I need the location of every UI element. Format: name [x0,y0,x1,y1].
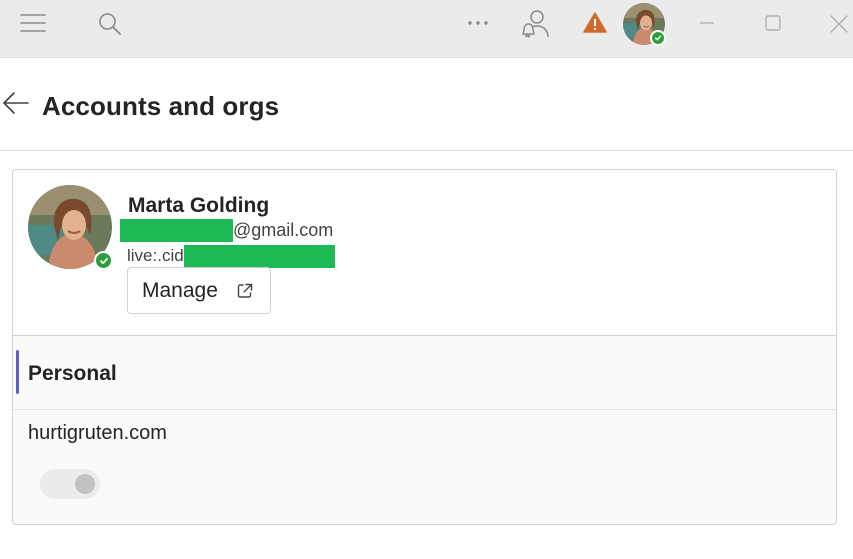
account-card: Marta Golding @gmail.com live:.cid Manag… [12,169,837,525]
cid-prefix: live:.cid [127,246,184,265]
profile-avatar [28,185,113,270]
people-notification-icon[interactable] [520,8,550,40]
email-redaction [120,219,233,242]
skype-id: live:.cid [127,244,335,268]
page-title: Accounts and orgs [42,91,280,121]
manage-account-button[interactable]: Manage [127,267,271,314]
personal-accent-bar [16,350,19,394]
orgs-section: Personal hurtigruten.com [13,336,836,524]
hamburger-menu-icon[interactable] [20,12,46,34]
profile-section: Marta Golding @gmail.com live:.cid Manag… [13,170,836,336]
org-name: hurtigruten.com [28,422,167,444]
personal-header: Personal [13,336,836,410]
page-header: Accounts and orgs [0,59,853,151]
more-options-icon[interactable] [466,12,490,34]
personal-label: Personal [28,362,117,385]
org-toggle[interactable] [40,469,100,499]
manage-label: Manage [142,278,218,302]
close-icon[interactable] [827,12,851,36]
profile-name: Marta Golding [128,194,270,217]
email-address: @gmail.com [120,219,333,242]
maximize-icon[interactable] [762,12,784,34]
presence-available-badge [94,251,113,270]
cid-redaction [183,244,335,268]
email-suffix: @gmail.com [233,220,334,240]
toggle-knob [75,474,95,494]
user-avatar[interactable] [623,3,666,46]
open-external-icon [236,282,254,300]
warning-icon[interactable] [583,11,607,35]
search-icon[interactable] [97,11,123,37]
back-arrow-icon[interactable] [2,91,30,115]
presence-available-badge [650,30,666,46]
title-bar [0,0,853,58]
minimize-icon[interactable] [696,12,718,34]
